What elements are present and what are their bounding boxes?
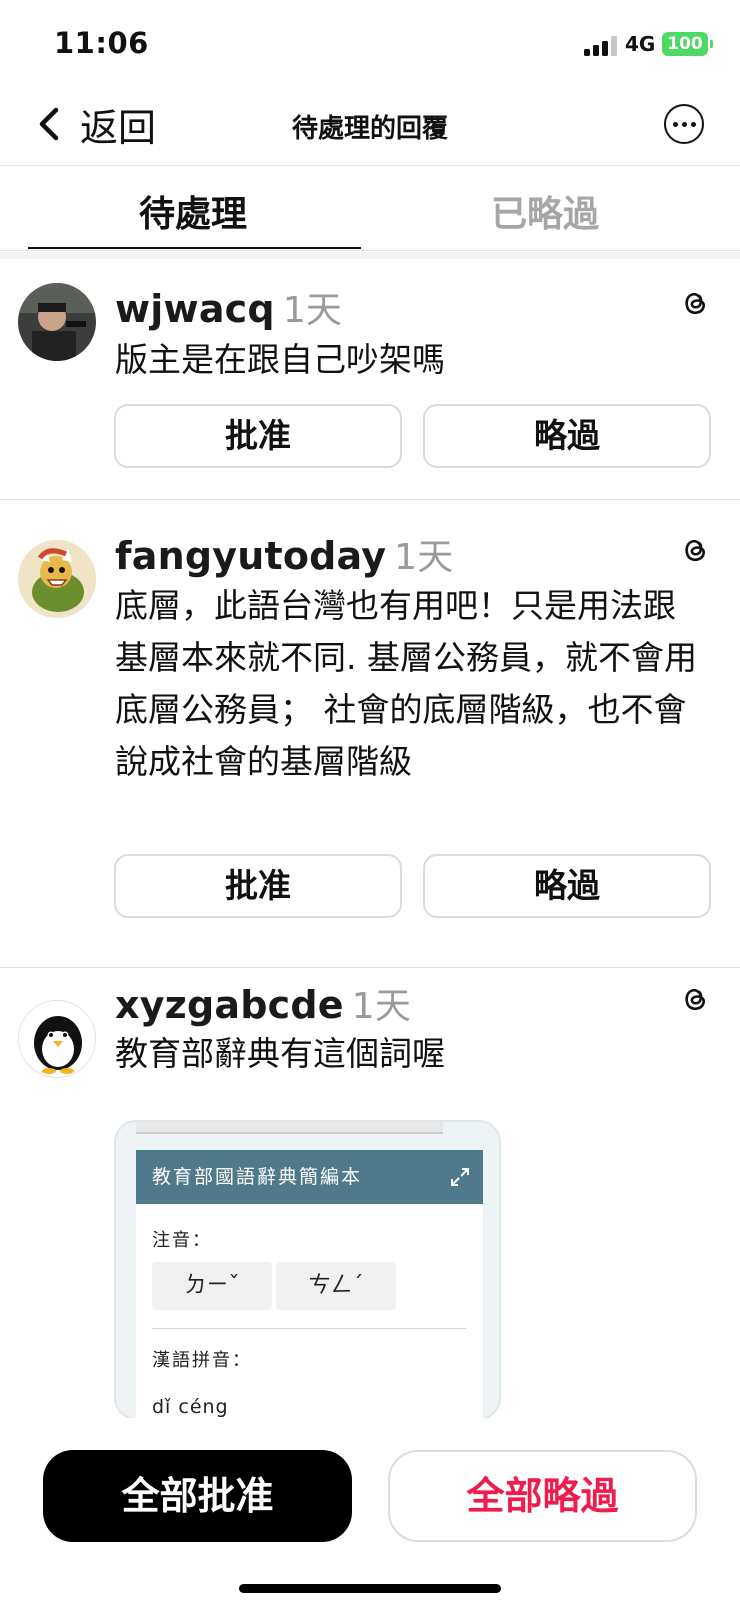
battery-tip bbox=[710, 40, 713, 48]
zhuyin-chip: ㄘㄥˊ bbox=[276, 1262, 396, 1310]
battery-icon: 100 bbox=[662, 32, 708, 56]
skip-button[interactable]: 略過 bbox=[423, 404, 711, 468]
dictionary-card: 教育部國語辭典簡編本 注音： ㄉㄧˇ ㄘㄥˊ 漢語拼音： dǐ céng bbox=[136, 1150, 483, 1418]
username[interactable]: wjwacq 1天 bbox=[115, 281, 342, 333]
cellular-signal-icon bbox=[584, 34, 620, 56]
nav-header: 返回 待處理的回覆 bbox=[0, 90, 740, 166]
username-text: xyzgabcde bbox=[115, 983, 344, 1027]
avatar-penguin-icon bbox=[19, 1001, 95, 1077]
page-title: 待處理的回覆 bbox=[291, 114, 448, 144]
divider bbox=[0, 252, 740, 259]
avatar-photo-icon bbox=[18, 283, 96, 361]
zhuyin-label: 注音： bbox=[152, 1230, 212, 1251]
home-indicator bbox=[239, 1584, 501, 1593]
more-options-button[interactable] bbox=[664, 104, 704, 144]
threads-icon bbox=[685, 539, 705, 562]
pinyin-value: dǐ céng bbox=[152, 1396, 229, 1418]
pinyin-label: 漢語拼音： bbox=[152, 1350, 252, 1371]
username-text: fangyutoday bbox=[115, 534, 387, 578]
network-type: 4G bbox=[625, 32, 656, 56]
status-bar: 11:06 4G 100 bbox=[0, 0, 740, 90]
skip-all-button[interactable]: 全部略過 bbox=[388, 1450, 697, 1542]
approve-button[interactable]: 批准 bbox=[114, 854, 402, 918]
avatar[interactable] bbox=[18, 283, 96, 361]
expand-icon bbox=[451, 1168, 469, 1186]
skip-button[interactable]: 略過 bbox=[423, 854, 711, 918]
zhuyin-chip: ㄉㄧˇ bbox=[152, 1262, 272, 1310]
attached-image[interactable]: 教育部國語辭典簡編本 注音： ㄉㄧˇ ㄘㄥˊ 漢語拼音： dǐ céng bbox=[114, 1120, 501, 1420]
comment-text: 教育部辭典有這個詞喔 bbox=[115, 1034, 445, 1073]
embed-toolbar bbox=[136, 1122, 443, 1134]
more-dot-icon bbox=[672, 121, 678, 127]
more-dot-icon bbox=[681, 121, 687, 127]
threads-icon bbox=[685, 988, 705, 1011]
tab-bar: 待處理 已略過 bbox=[0, 167, 740, 251]
more-dot-icon bbox=[690, 121, 696, 127]
time-ago: 1天 bbox=[282, 290, 343, 331]
username[interactable]: xyzgabcde 1天 bbox=[115, 977, 411, 1029]
time-ago: 1天 bbox=[394, 537, 454, 578]
avatar[interactable] bbox=[18, 540, 96, 618]
avatar-bowser-icon bbox=[18, 540, 96, 618]
avatar[interactable] bbox=[18, 1000, 96, 1078]
comment-item: wjwacq 1天 版主是在跟自己吵架嗎 批准 略過 bbox=[0, 259, 740, 500]
comment-item: fangyutoday 1天 底層，此語台灣也有用吧！只是用法跟基層本來就不同. … bbox=[0, 500, 740, 968]
bottom-action-bar: 全部批准 全部略過 bbox=[0, 1418, 740, 1602]
threads-icon bbox=[685, 292, 705, 315]
active-tab-indicator bbox=[28, 247, 361, 249]
time-ago: 1天 bbox=[351, 986, 412, 1027]
approve-button[interactable]: 批准 bbox=[114, 404, 402, 468]
status-time: 11:06 bbox=[54, 26, 149, 60]
dictionary-header: 教育部國語辭典簡編本 bbox=[136, 1150, 483, 1204]
divider bbox=[152, 1328, 466, 1329]
tab-pending[interactable]: 待處理 bbox=[28, 185, 358, 237]
username-text: wjwacq bbox=[115, 287, 275, 331]
approve-all-button[interactable]: 全部批准 bbox=[43, 1450, 352, 1542]
comment-text: 底層，此語台灣也有用吧！只是用法跟基層本來就不同. 基層公務員，就不會用底層公務… bbox=[115, 586, 697, 781]
comment-text: 版主是在跟自己吵架嗎 bbox=[115, 340, 445, 379]
tab-skipped[interactable]: 已略過 bbox=[380, 185, 710, 237]
username[interactable]: fangyutoday 1天 bbox=[115, 528, 453, 580]
